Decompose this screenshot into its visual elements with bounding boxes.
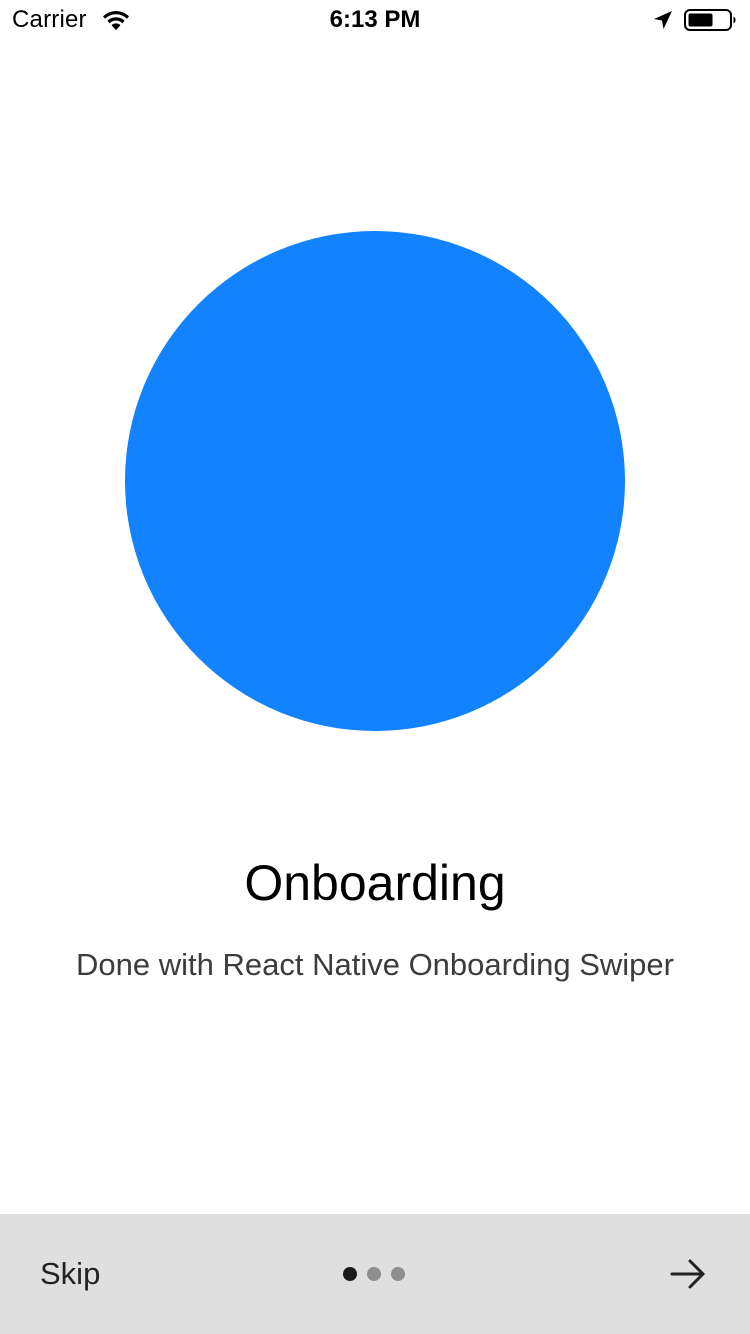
status-bar: Carrier 6:13 PM: [0, 0, 750, 40]
onboarding-footer: Skip: [0, 1214, 750, 1334]
page-dot: [367, 1267, 381, 1281]
page-dot-active: [343, 1267, 357, 1281]
battery-icon: [684, 9, 736, 31]
status-time: 6:13 PM: [329, 6, 421, 33]
page-subtitle: Done with React Native Onboarding Swiper: [76, 947, 674, 982]
hero-illustration-circle: [125, 231, 625, 731]
location-arrow-icon: [654, 11, 672, 29]
onboarding-screen: Carrier 6:13 PM Onboarding Done with Rea…: [0, 0, 750, 1334]
skip-button[interactable]: Skip: [40, 1254, 100, 1294]
next-arrow-button[interactable]: [666, 1254, 710, 1294]
arrow-right-icon: [670, 1259, 705, 1289]
page-indicator: [343, 1267, 405, 1281]
page-dot: [391, 1267, 405, 1281]
page-title: Onboarding: [244, 855, 506, 911]
